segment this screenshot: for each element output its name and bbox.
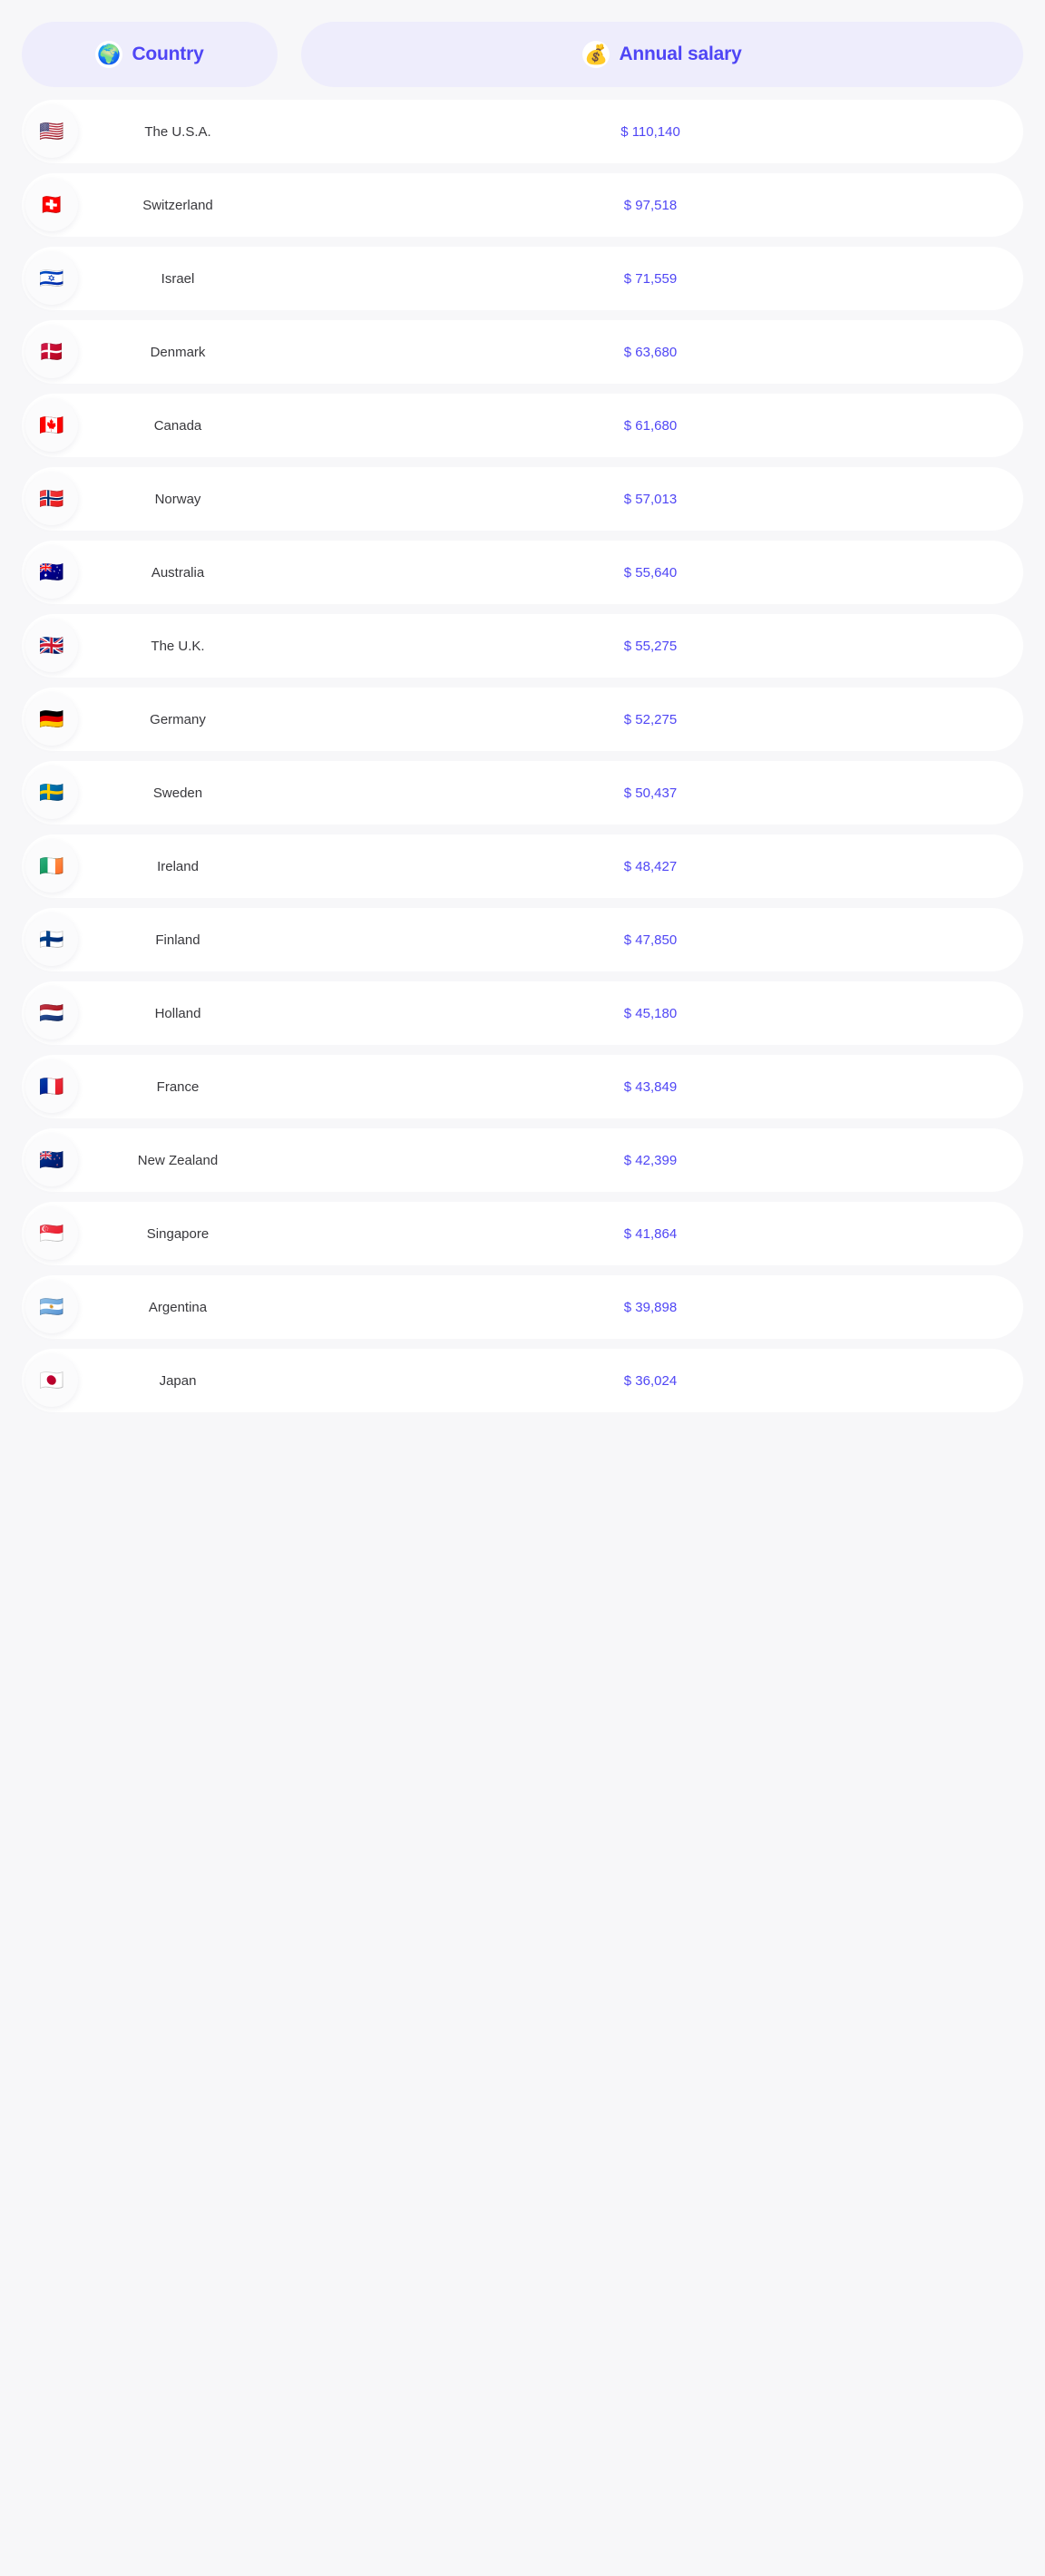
flag-denmark-icon: 🇩🇰	[25, 326, 78, 378]
table-row[interactable]: 🇮🇱 Israel $ 71,559	[22, 247, 1023, 310]
column-header-country-label: Country	[132, 44, 204, 64]
flag-sweden-icon: 🇸🇪	[25, 766, 78, 819]
table-body: 🇺🇸 The U.S.A. $ 110,140 🇨🇭 Switzerland $ 97,5…	[22, 100, 1023, 1412]
flag-ireland-icon: 🇮🇪	[25, 840, 78, 893]
cell-annual-salary: $ 47,850	[623, 932, 678, 948]
cell-annual-salary: $ 50,437	[623, 785, 678, 801]
table-row[interactable]: 🇳🇴 Norway $ 57,013	[22, 467, 1023, 531]
table-row[interactable]: 🇸🇬 Singapore $ 41,864	[22, 1202, 1023, 1265]
table-row[interactable]: 🇺🇸 The U.S.A. $ 110,140	[22, 100, 1023, 163]
cell-annual-salary: $ 43,849	[623, 1078, 678, 1095]
column-header-country[interactable]: 🌍 Country	[22, 22, 278, 87]
table-row[interactable]: 🇮🇪 Ireland $ 48,427	[22, 834, 1023, 898]
flag-argentina-icon: 🇦🇷	[25, 1281, 78, 1333]
flag-switzerland-icon: 🇨🇭	[25, 179, 78, 231]
flag-us-icon: 🇺🇸	[25, 105, 78, 158]
cell-annual-salary: $ 97,518	[623, 197, 678, 213]
cell-annual-salary: $ 57,013	[623, 491, 678, 507]
cell-annual-salary: $ 41,864	[623, 1225, 678, 1242]
cell-annual-salary: $ 71,559	[623, 270, 678, 287]
cell-annual-salary: $ 63,680	[623, 344, 678, 360]
flag-israel-icon: 🇮🇱	[25, 252, 78, 305]
table-header: 🌍 Country 💰 Annual salary	[22, 22, 1023, 87]
flag-norway-icon: 🇳🇴	[25, 473, 78, 525]
table-row[interactable]: 🇫🇮 Finland $ 47,850	[22, 908, 1023, 971]
table-row[interactable]: 🇨🇭 Switzerland $ 97,518	[22, 173, 1023, 237]
column-header-annual-salary-label: Annual salary	[619, 44, 742, 64]
money-bag-icon: 💰	[582, 41, 610, 68]
table-row[interactable]: 🇸🇪 Sweden $ 50,437	[22, 761, 1023, 825]
table-row[interactable]: 🇫🇷 France $ 43,849	[22, 1055, 1023, 1118]
flag-uk-icon: 🇬🇧	[25, 620, 78, 672]
flag-singapore-icon: 🇸🇬	[25, 1207, 78, 1260]
table-row[interactable]: 🇯🇵 Japan $ 36,024	[22, 1349, 1023, 1412]
cell-annual-salary: $ 36,024	[623, 1372, 678, 1389]
table-row[interactable]: 🇦🇷 Argentina $ 39,898	[22, 1275, 1023, 1339]
cell-annual-salary: $ 55,275	[623, 638, 678, 654]
cell-annual-salary: $ 45,180	[623, 1005, 678, 1021]
flag-new-zealand-icon: 🇳🇿	[25, 1134, 78, 1186]
flag-holland-icon: 🇳🇱	[25, 987, 78, 1039]
table-row[interactable]: 🇳🇿 New Zealand $ 42,399	[22, 1128, 1023, 1192]
table-row[interactable]: 🇦🇺 Australia $ 55,640	[22, 541, 1023, 604]
column-header-annual-salary[interactable]: 💰 Annual salary	[301, 22, 1023, 87]
flag-finland-icon: 🇫🇮	[25, 913, 78, 966]
cell-annual-salary: $ 110,140	[620, 123, 680, 140]
cell-annual-salary: $ 55,640	[623, 564, 678, 581]
table-row[interactable]: 🇩🇪 Germany $ 52,275	[22, 688, 1023, 751]
table-row[interactable]: 🇩🇰 Denmark $ 63,680	[22, 320, 1023, 384]
flag-canada-icon: 🇨🇦	[25, 399, 78, 452]
cell-annual-salary: $ 61,680	[623, 417, 678, 434]
cell-annual-salary: $ 39,898	[623, 1299, 678, 1315]
cell-annual-salary: $ 48,427	[623, 858, 678, 874]
table-row[interactable]: 🇬🇧 The U.K. $ 55,275	[22, 614, 1023, 678]
cell-annual-salary: $ 52,275	[623, 711, 678, 727]
cell-annual-salary: $ 42,399	[623, 1152, 678, 1168]
table-row[interactable]: 🇳🇱 Holland $ 45,180	[22, 981, 1023, 1045]
globe-icon: 🌍	[95, 41, 123, 68]
flag-france-icon: 🇫🇷	[25, 1060, 78, 1113]
flag-australia-icon: 🇦🇺	[25, 546, 78, 599]
flag-germany-icon: 🇩🇪	[25, 693, 78, 746]
salary-table-page: 🌍 Country 💰 Annual salary 🇺🇸 The U.S.A. $ …	[0, 0, 1045, 2576]
table-row[interactable]: 🇨🇦 Canada $ 61,680	[22, 394, 1023, 457]
flag-japan-icon: 🇯🇵	[25, 1354, 78, 1407]
